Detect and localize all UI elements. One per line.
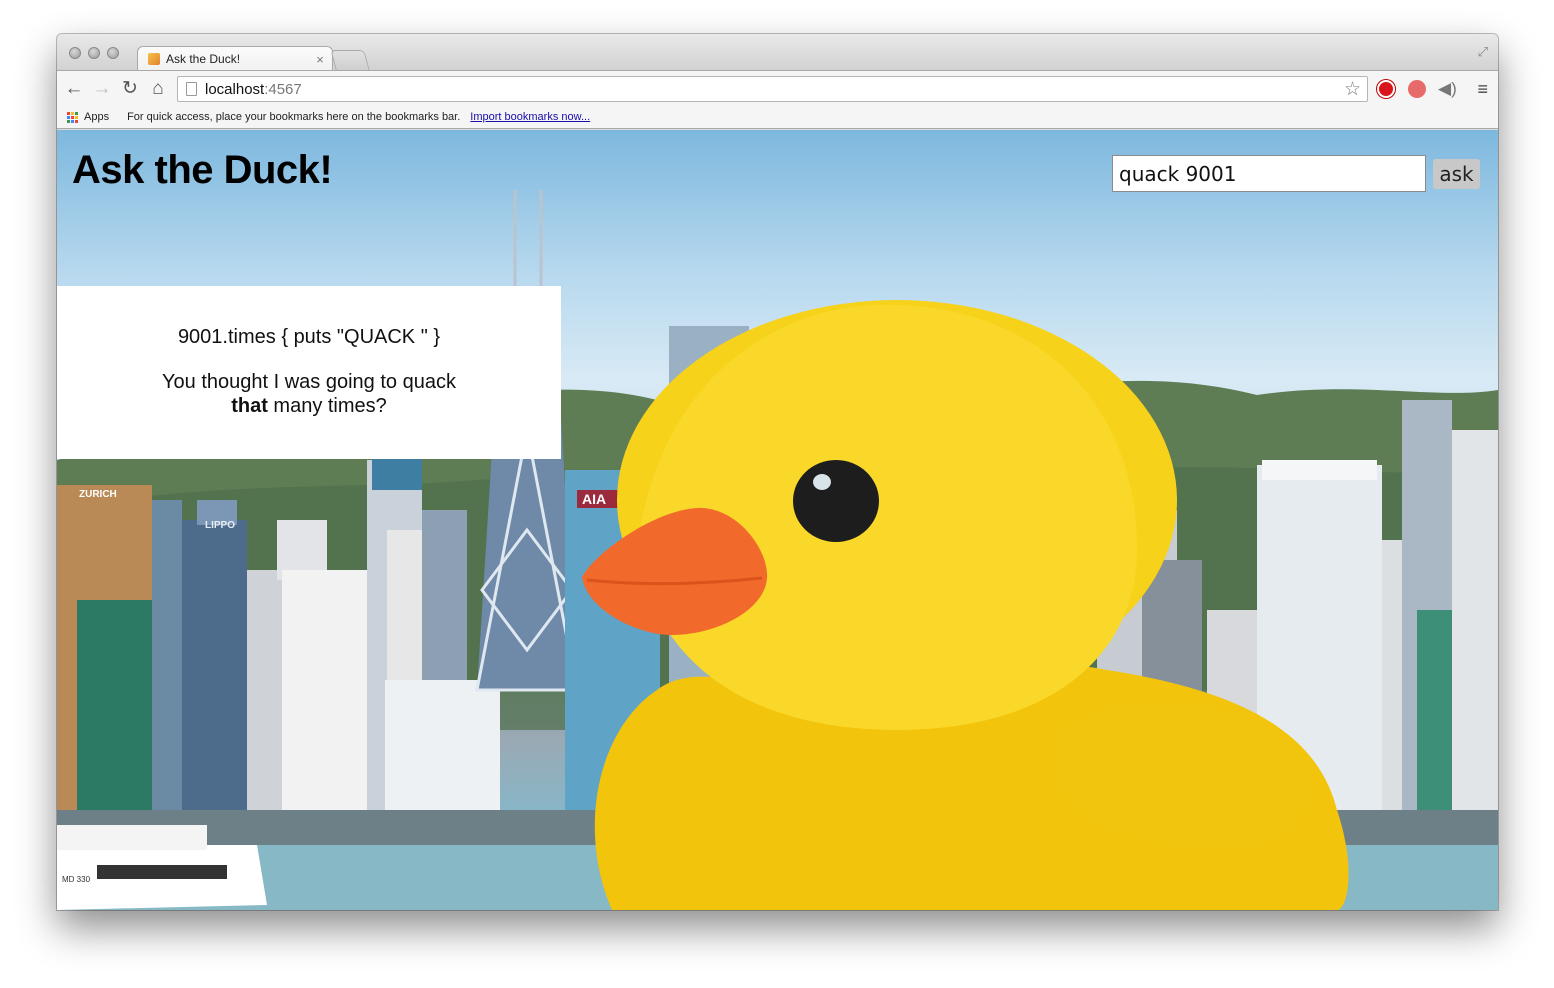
ferry-number: MD 330 <box>62 875 91 884</box>
answer-code: 9001.times { puts "QUACK " } <box>177 326 441 348</box>
tab-close-icon[interactable]: × <box>312 52 328 67</box>
home-icon[interactable]: ⌂ <box>147 78 169 100</box>
forward-icon[interactable]: → <box>91 78 113 100</box>
ask-button[interactable]: ask <box>1433 158 1480 189</box>
bookmark-star-icon[interactable]: ☆ <box>1344 78 1361 101</box>
ask-form: ask <box>1112 155 1480 192</box>
answer-panel: 9001.times { puts "QUACK " } You thought… <box>57 286 561 459</box>
lippo-sign: LIPPO <box>205 520 235 531</box>
favicon-icon <box>148 53 160 65</box>
new-tab-button[interactable] <box>330 50 370 70</box>
apps-link[interactable]: Apps <box>84 111 109 123</box>
extension-icon[interactable] <box>1408 80 1426 98</box>
reload-icon[interactable]: ↻ <box>119 78 141 100</box>
back-icon[interactable]: ← <box>63 78 85 100</box>
minimize-window-button[interactable] <box>88 47 100 59</box>
address-port: :4567 <box>264 80 302 98</box>
import-bookmarks-link[interactable]: Import bookmarks now... <box>470 111 590 123</box>
aia-sign: AIA <box>582 491 606 507</box>
speaker-extension-icon[interactable]: ◀) <box>1438 80 1457 98</box>
bookmarks-bar: Apps For quick access, place your bookma… <box>57 106 1498 129</box>
address-host: localhost <box>205 80 265 98</box>
answer-line-2: many times? <box>267 395 387 417</box>
duck-harbor-background-image: AIA MD 330 ZURICH LIPPO <box>57 190 1498 910</box>
toolbar: ← → ↻ ⌂ localhost:4567 ☆ ◀) ≡ <box>57 70 1498 106</box>
page-content: AIA MD 330 ZURICH LIPPO Ask the Duck! qu… <box>57 130 1498 910</box>
tab-strip: Ask the Duck! × ⤢ <box>57 34 1498 71</box>
zoom-window-button[interactable] <box>107 47 119 59</box>
zurich-sign: ZURICH <box>79 489 117 500</box>
browser-window: Ask the Duck! × ⤢ ← → ↻ ⌂ localhost:4567… <box>57 34 1498 910</box>
answer-text: You thought I was going to quack that ma… <box>57 370 561 418</box>
apps-grid-icon[interactable] <box>67 111 78 123</box>
tab-title: Ask the Duck! <box>166 52 241 66</box>
answer-emphasis: that <box>231 395 268 417</box>
page-title: Ask the Duck! <box>72 148 333 192</box>
question-input[interactable] <box>1112 155 1426 192</box>
fullscreen-icon[interactable]: ⤢ <box>1478 44 1488 60</box>
menu-icon[interactable]: ≡ <box>1477 79 1488 100</box>
answer-line-1: You thought I was going to quack <box>162 371 456 393</box>
bookmarks-hint: For quick access, place your bookmarks h… <box>127 111 461 123</box>
close-window-button[interactable] <box>69 47 81 59</box>
adblock-extension-icon[interactable] <box>1377 80 1395 98</box>
tab-ask-the-duck[interactable]: Ask the Duck! × <box>137 46 333 71</box>
address-bar[interactable]: localhost:4567 ☆ <box>177 76 1368 102</box>
page-icon <box>186 82 197 96</box>
